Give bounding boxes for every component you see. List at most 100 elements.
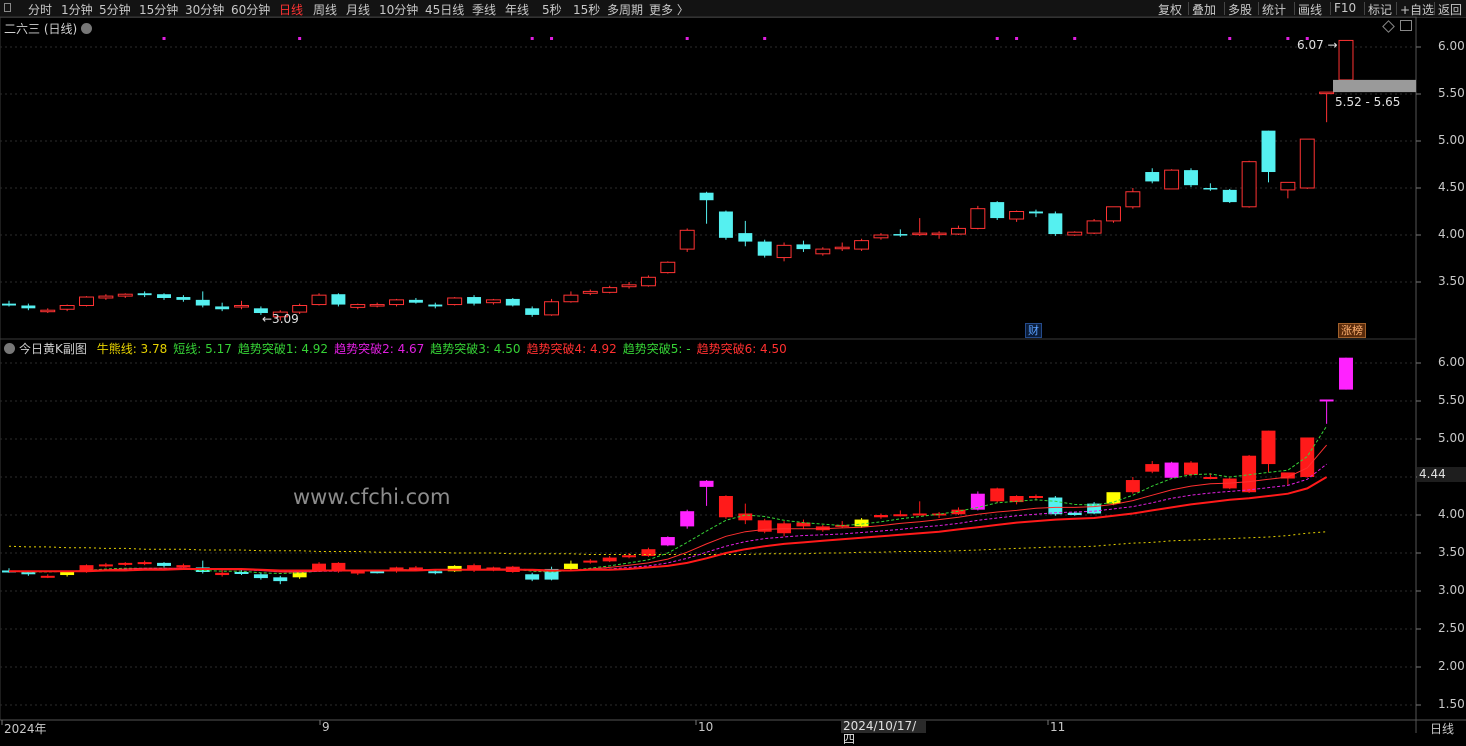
sub-candle [1145, 464, 1160, 472]
chart-canvas[interactable] [0, 0, 1466, 733]
indicator-legend: 短线: 5.17 [173, 342, 232, 356]
main-candle [157, 294, 171, 298]
main-candle [21, 305, 36, 309]
signal-dot [530, 37, 534, 40]
sub-candle [1028, 496, 1043, 498]
sub-candle [234, 572, 249, 574]
sub-candle [699, 480, 714, 487]
price-tick-label: 6.00 [1438, 39, 1465, 53]
signal-dot [550, 37, 554, 40]
sub-candle [273, 577, 288, 582]
main-candle [893, 234, 908, 236]
main-candle [1028, 211, 1043, 214]
main-candle [912, 232, 928, 236]
sub-panel-header: 今日黄K副图 牛熊线: 3.78 短线: 5.17 趋势突破1: 4.92 趋势突破2… [4, 340, 799, 357]
main-candle [1184, 170, 1198, 186]
sub-candle [350, 571, 365, 574]
main-candle [738, 233, 753, 242]
main-candle [447, 297, 463, 306]
main-candle [505, 298, 520, 306]
sub-candle [622, 555, 637, 558]
main-candle [1241, 161, 1257, 208]
sub-candle [1319, 399, 1334, 402]
main-candle [796, 244, 811, 250]
current-value-badge: 4.44 [1417, 467, 1466, 482]
sub-candle [157, 562, 171, 566]
price-tick-label: 3.50 [1438, 545, 1465, 559]
price-tick-label: 5.50 [1438, 393, 1465, 407]
price-tick-label: 4.00 [1438, 507, 1465, 521]
main-candle [1164, 169, 1180, 190]
main-candle [544, 301, 560, 316]
main-candle [679, 229, 695, 250]
finance-event-badge[interactable]: 财 [1025, 323, 1042, 338]
chevron-down-icon[interactable] [81, 23, 93, 34]
price-tick-label: 5.00 [1438, 133, 1465, 147]
price-tick-label: 3.00 [1438, 583, 1465, 597]
indicator-legend: 趋势突破3: 4.50 [430, 342, 521, 356]
period-corner-label: 日线 [1430, 722, 1455, 736]
sub-candle [990, 488, 1005, 502]
sub-candle [602, 557, 617, 562]
limit-up-list-badge[interactable]: 涨榜 [1338, 323, 1366, 338]
sub-candle [873, 515, 888, 518]
main-candle [1280, 181, 1296, 191]
main-candle [176, 297, 191, 300]
panel-toggle-icon[interactable] [1400, 20, 1412, 31]
sub-candle [718, 496, 733, 518]
sub-candle [40, 575, 55, 578]
main-candle [1145, 172, 1160, 182]
max-price-annotation: 6.07 → [1297, 38, 1338, 52]
main-candle [1203, 188, 1218, 190]
main-candle [467, 297, 482, 304]
sub-candle [1164, 462, 1179, 478]
main-candle [2, 303, 16, 306]
main-candle [79, 296, 94, 307]
price-tick-label: 1.50 [1438, 697, 1465, 711]
sub-candle [21, 572, 36, 575]
sub-candle [60, 572, 75, 576]
main-candle [40, 309, 56, 313]
main-candle [873, 234, 889, 239]
chevron-down-icon[interactable] [4, 343, 15, 354]
main-candle [582, 290, 598, 294]
main-candle [195, 299, 210, 306]
price-tick-label: 2.50 [1438, 621, 1465, 635]
main-candle [1125, 191, 1141, 208]
main-candle [1048, 213, 1063, 235]
sub-candle [215, 572, 230, 576]
indicator-legend: 牛熊线: 3.78 [96, 342, 168, 356]
main-candle [718, 211, 733, 238]
main-candle [1067, 231, 1083, 236]
signal-dot [685, 37, 689, 40]
main-candle [525, 308, 540, 315]
price-range-annotation: 5.52 - 5.65 [1335, 95, 1401, 109]
main-candle [640, 276, 656, 287]
sub-candle [1203, 477, 1218, 479]
sub-candle [1339, 357, 1353, 390]
indicator-legend: 趋势突破1: 4.92 [237, 342, 329, 356]
signal-dot [763, 37, 767, 40]
sub-candle [1067, 512, 1082, 515]
main-candle [137, 293, 152, 296]
main-candle [1106, 206, 1121, 222]
signal-dot [995, 37, 999, 40]
main-candle [331, 294, 346, 305]
main-panel-frame [0, 16, 1417, 340]
price-tick-label: 2.00 [1438, 659, 1465, 673]
sub-candle [525, 574, 540, 580]
sub-candle [1261, 430, 1276, 465]
main-candle [59, 305, 75, 310]
main-candle [563, 294, 579, 303]
stock-name-label: 二六三 (日线) [4, 22, 78, 36]
sub-candle [370, 571, 385, 574]
indicator-legend: 趋势突破4: 4.92 [526, 342, 617, 356]
min-price-annotation: ←3.09 [262, 312, 299, 326]
main-candle [389, 299, 405, 306]
main-candle [428, 304, 443, 307]
date-tick-label: 9 [322, 720, 330, 734]
sub-candle [1087, 503, 1102, 514]
main-candle [757, 241, 772, 256]
signal-dot [1015, 37, 1019, 40]
sub-candle [137, 562, 152, 565]
